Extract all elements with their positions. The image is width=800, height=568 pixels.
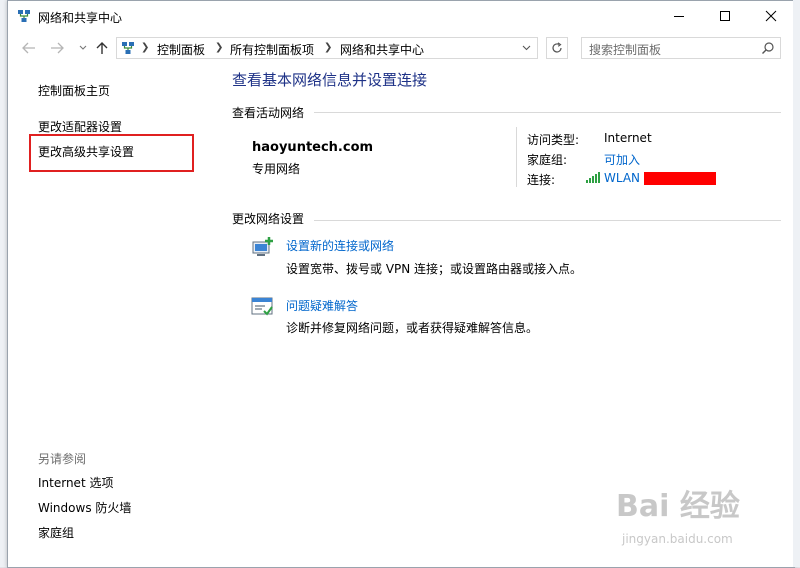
troubleshoot-icon[interactable] [250, 296, 276, 318]
wifi-signal-icon [586, 172, 600, 183]
minimize-icon [674, 16, 684, 17]
homegroup-label: 家庭组: [527, 153, 568, 167]
breadcrumb-network-center[interactable]: 网络和共享中心 [340, 41, 424, 58]
see-also-homegroup[interactable]: 家庭组 [38, 524, 74, 541]
sidebar-item-change-adapter[interactable]: 更改适配器设置 [38, 118, 122, 135]
breadcrumb-separator-icon: ❯ [215, 42, 224, 53]
divider [314, 112, 781, 113]
see-also-windows-firewall[interactable]: Windows 防火墙 [38, 499, 131, 516]
close-button[interactable] [748, 1, 794, 31]
see-also-heading: 另请参阅 [38, 452, 87, 466]
active-networks-label: 查看活动网络 [232, 106, 305, 120]
breadcrumb-control-panel[interactable]: 控制面板 [157, 41, 205, 58]
title-bar[interactable]: 网络和共享中心 [8, 1, 794, 31]
see-also-internet-options[interactable]: Internet 选项 [38, 474, 113, 491]
forward-button[interactable] [46, 38, 68, 58]
chevron-down-icon [79, 45, 87, 50]
control-panel-window: 网络和共享中心 ❯ 控制面板 ❯ 所有控制面板项 ❯ 网络和共享中心 搜索控制面… [7, 0, 795, 568]
minimize-button[interactable] [656, 1, 702, 31]
wlan-connection-link[interactable]: WLAN [604, 171, 640, 185]
network-name: haoyuntech.com [252, 140, 374, 155]
access-type-value: Internet [604, 131, 652, 145]
highlight-annotation [29, 134, 194, 172]
maximize-button[interactable] [702, 1, 748, 31]
search-box[interactable]: 搜索控制面板 [581, 37, 781, 59]
control-panel-icon [122, 42, 134, 54]
close-icon [765, 10, 777, 22]
access-type-label: 访问类型: [527, 133, 580, 147]
divider [516, 127, 517, 187]
network-center-icon [18, 10, 30, 22]
maximize-icon [720, 11, 730, 21]
breadcrumb-all-items[interactable]: 所有控制面板项 [230, 41, 314, 58]
troubleshoot-description: 诊断并修复网络问题，或者获得疑难解答信息。 [286, 321, 539, 335]
background-scrollbar [793, 0, 800, 567]
search-input[interactable]: 搜索控制面板 [589, 41, 661, 58]
network-type[interactable]: 专用网络 [252, 160, 300, 177]
change-settings-label: 更改网络设置 [232, 212, 305, 226]
back-button[interactable] [18, 38, 40, 58]
address-dropdown-icon[interactable] [522, 45, 531, 51]
window-title: 网络和共享中心 [38, 11, 123, 25]
refresh-button[interactable] [546, 37, 568, 59]
new-connection-icon[interactable] [250, 237, 276, 259]
breadcrumb-separator-icon: ❯ [141, 42, 150, 53]
up-arrow-icon [96, 42, 108, 54]
back-arrow-icon [22, 42, 35, 54]
baidu-watermark: Bai 经验 [616, 489, 740, 524]
search-icon[interactable] [761, 41, 775, 55]
up-button[interactable] [91, 38, 113, 58]
forward-arrow-icon [51, 42, 64, 54]
refresh-icon [552, 42, 562, 53]
setup-connection-link[interactable]: 设置新的连接或网络 [286, 237, 394, 254]
page-title: 查看基本网络信息并设置连接 [232, 71, 428, 89]
connection-label: 连接: [527, 173, 556, 187]
troubleshoot-link[interactable]: 问题疑难解答 [286, 297, 358, 314]
homegroup-link[interactable]: 可加入 [604, 151, 640, 168]
sidebar-item-control-panel-home[interactable]: 控制面板主页 [38, 82, 110, 99]
setup-connection-description: 设置宽带、拨号或 VPN 连接；或设置路由器或接入点。 [286, 262, 583, 276]
address-bar[interactable]: ❯ 控制面板 ❯ 所有控制面板项 ❯ 网络和共享中心 [116, 37, 538, 59]
divider [314, 220, 781, 221]
redaction-mark [644, 172, 716, 185]
baidu-watermark-url: jingyan.baidu.com [622, 532, 733, 546]
breadcrumb-separator-icon: ❯ [324, 42, 333, 53]
